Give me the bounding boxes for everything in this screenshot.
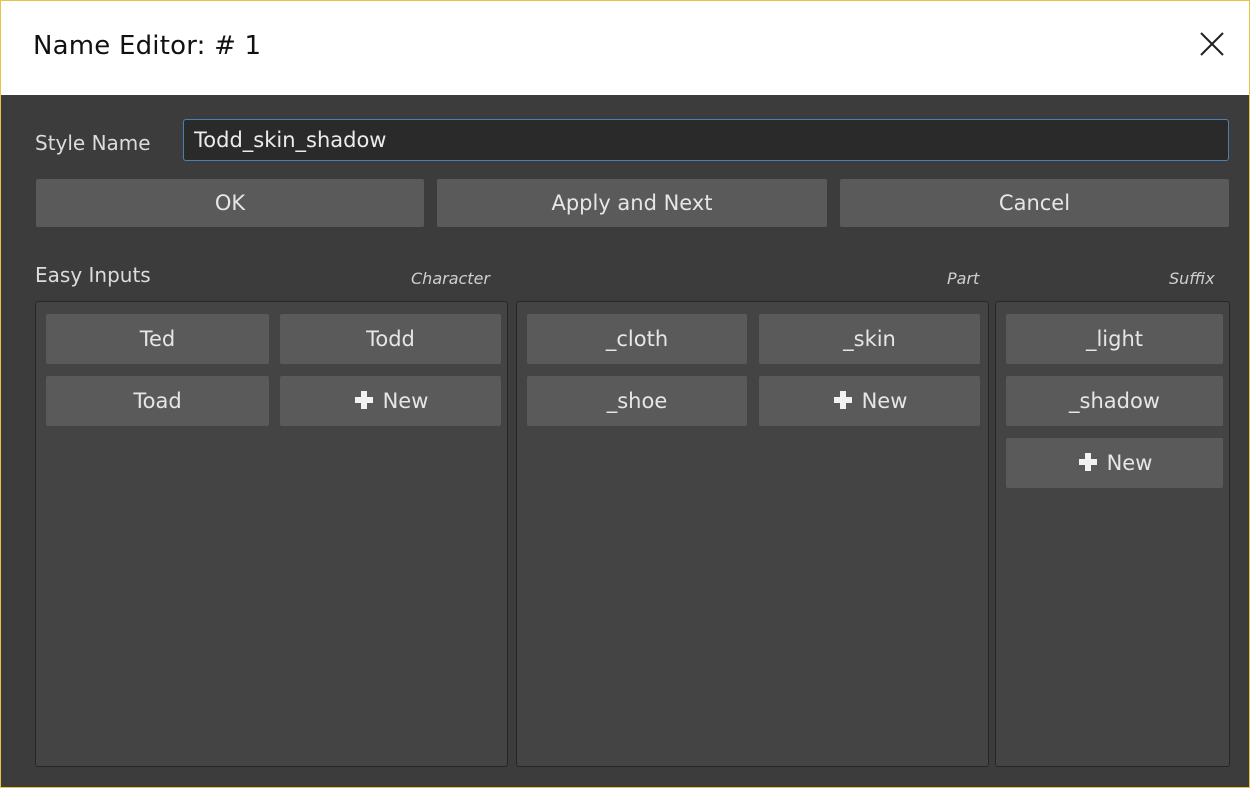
ok-button[interactable]: OK: [36, 179, 424, 227]
plus-icon: [832, 389, 854, 411]
part-panel: _cloth _skin _shoe New: [516, 301, 989, 767]
apply-and-next-button[interactable]: Apply and Next: [437, 179, 827, 227]
close-button[interactable]: [1195, 27, 1229, 61]
character-chip-toad[interactable]: Toad: [46, 376, 269, 426]
part-chip-shoe[interactable]: _shoe: [527, 376, 747, 426]
cancel-button[interactable]: Cancel: [840, 179, 1229, 227]
style-name-input[interactable]: [183, 119, 1229, 161]
part-new-button[interactable]: New: [759, 376, 980, 426]
name-editor-window: Name Editor: # 1 Style Name OK Apply and…: [0, 0, 1250, 788]
suffix-column-label: Suffix: [1169, 269, 1215, 288]
plus-icon: [353, 389, 375, 411]
part-chip-skin[interactable]: _skin: [759, 314, 980, 364]
character-panel: Ted Todd Toad New: [35, 301, 508, 767]
window-title: Name Editor: # 1: [33, 31, 262, 61]
new-label: New: [382, 389, 429, 413]
close-icon: [1200, 32, 1224, 56]
suffix-chip-shadow[interactable]: _shadow: [1006, 376, 1223, 426]
new-label: New: [861, 389, 908, 413]
plus-icon: [1077, 451, 1099, 473]
title-bar: Name Editor: # 1: [1, 1, 1249, 95]
character-new-button[interactable]: New: [280, 376, 501, 426]
part-column-label: Part: [947, 269, 980, 288]
suffix-panel: _light _shadow New: [995, 301, 1230, 767]
character-chip-todd[interactable]: Todd: [280, 314, 501, 364]
easy-inputs-label: Easy Inputs: [35, 263, 151, 287]
character-column-label: Character: [411, 269, 490, 288]
character-chip-ted[interactable]: Ted: [46, 314, 269, 364]
suffix-new-button[interactable]: New: [1006, 438, 1223, 488]
part-chip-cloth[interactable]: _cloth: [527, 314, 747, 364]
new-label: New: [1106, 451, 1153, 475]
suffix-chip-light[interactable]: _light: [1006, 314, 1223, 364]
style-name-label: Style Name: [35, 131, 151, 155]
